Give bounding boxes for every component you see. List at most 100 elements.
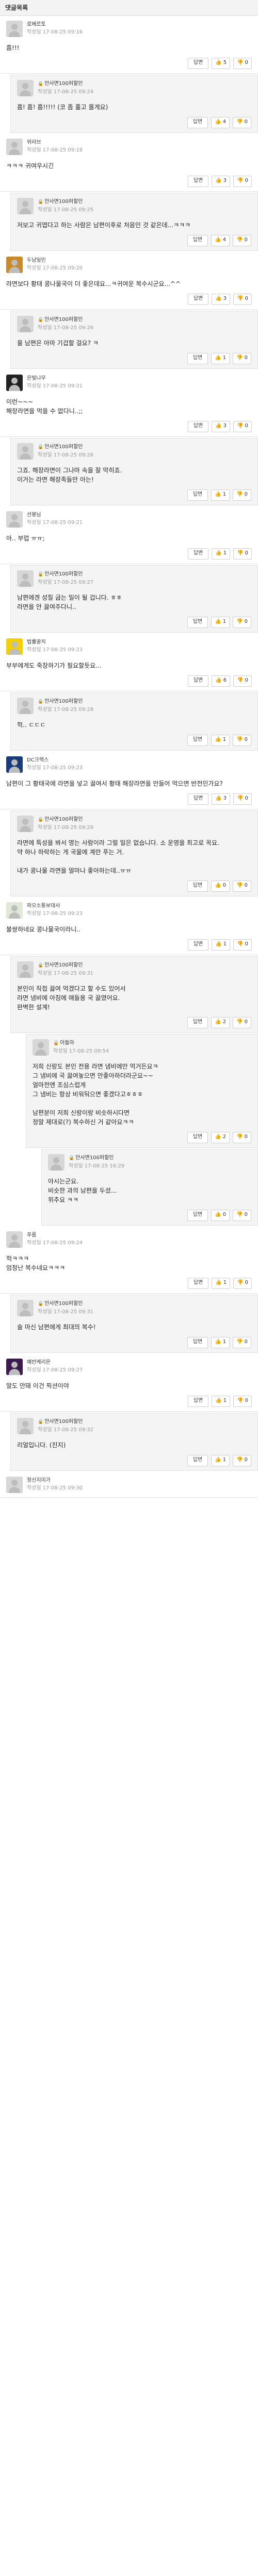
avatar[interactable] bbox=[6, 1477, 23, 1493]
avatar[interactable] bbox=[6, 511, 23, 528]
author-name[interactable]: 안사면100퍼할인 bbox=[75, 1155, 114, 1161]
downvote-button[interactable]: 👎 0 bbox=[233, 1455, 251, 1466]
reply-button[interactable]: 답변 bbox=[187, 675, 209, 687]
reply-button[interactable]: 답변 bbox=[187, 117, 208, 128]
upvote-button[interactable]: 👍 1 bbox=[212, 939, 231, 951]
reply-button[interactable]: 답변 bbox=[187, 58, 209, 69]
avatar[interactable] bbox=[17, 698, 34, 714]
author-name[interactable]: 선봉님 bbox=[27, 512, 41, 518]
downvote-button[interactable]: 👎 0 bbox=[233, 421, 252, 432]
downvote-button[interactable]: 👎 0 bbox=[233, 1210, 251, 1221]
author-name[interactable]: 안사면100퍼할인 bbox=[44, 199, 83, 205]
author-name[interactable]: 안사면100퍼할인 bbox=[44, 1419, 83, 1425]
reply-button[interactable]: 답변 bbox=[187, 421, 209, 432]
author-name[interactable]: 은빛나무 bbox=[27, 376, 46, 381]
reply-button[interactable]: 답변 bbox=[187, 1337, 208, 1348]
upvote-button[interactable]: 👍 1 bbox=[211, 1455, 230, 1466]
avatar[interactable] bbox=[6, 257, 23, 273]
downvote-button[interactable]: 👎 0 bbox=[233, 235, 251, 246]
avatar[interactable] bbox=[33, 1039, 49, 1056]
reply-button[interactable]: 답변 bbox=[187, 1132, 208, 1143]
reply-button[interactable]: 답변 bbox=[187, 1396, 209, 1407]
reply-button[interactable]: 답변 bbox=[187, 617, 208, 628]
reply-button[interactable]: 답변 bbox=[187, 939, 209, 951]
avatar[interactable] bbox=[17, 1300, 34, 1316]
author-name[interactable]: 파오소통보대사 bbox=[27, 903, 60, 909]
upvote-button[interactable]: 👍 6 bbox=[212, 675, 231, 687]
author-name[interactable]: 안사면100퍼할인 bbox=[44, 571, 83, 577]
downvote-button[interactable]: 👎 0 bbox=[233, 353, 251, 364]
downvote-button[interactable]: 👎 0 bbox=[233, 1278, 252, 1289]
author-name[interactable]: 푸름 bbox=[27, 1232, 36, 1238]
author-name[interactable]: 청신지미가 bbox=[27, 1478, 51, 1483]
reply-button[interactable]: 답변 bbox=[187, 793, 209, 805]
downvote-button[interactable]: 👎 0 bbox=[233, 675, 252, 687]
author-name[interactable]: 안사면100퍼할인 bbox=[44, 81, 83, 87]
upvote-button[interactable]: 👍 4 bbox=[211, 235, 230, 246]
downvote-button[interactable]: 👎 0 bbox=[233, 548, 252, 560]
avatar[interactable] bbox=[17, 961, 34, 978]
downvote-button[interactable]: 👎 0 bbox=[233, 939, 252, 951]
author-name[interactable]: 안사면100퍼할인 bbox=[44, 317, 83, 323]
avatar[interactable] bbox=[48, 1154, 64, 1171]
upvote-button[interactable]: 👍 4 bbox=[211, 117, 230, 128]
avatar[interactable] bbox=[6, 1231, 23, 1248]
downvote-button[interactable]: 👎 0 bbox=[233, 294, 252, 305]
downvote-button[interactable]: 👎 0 bbox=[233, 1337, 251, 1348]
upvote-button[interactable]: 👍 1 bbox=[211, 1337, 230, 1348]
downvote-button[interactable]: 👎 0 bbox=[233, 58, 252, 69]
avatar[interactable] bbox=[17, 570, 34, 587]
upvote-button[interactable]: 👍 5 bbox=[212, 58, 231, 69]
reply-button[interactable]: 답변 bbox=[187, 1017, 208, 1028]
upvote-button[interactable]: 👍 1 bbox=[211, 617, 230, 628]
upvote-button[interactable]: 👍 1 bbox=[211, 735, 230, 746]
avatar[interactable] bbox=[6, 1359, 23, 1375]
upvote-button[interactable]: 👍 0 bbox=[211, 1210, 230, 1221]
author-name[interactable]: 두남일인 bbox=[27, 258, 46, 263]
avatar[interactable] bbox=[6, 375, 23, 391]
downvote-button[interactable]: 👎 0 bbox=[233, 117, 251, 128]
reply-button[interactable]: 답변 bbox=[187, 353, 208, 364]
reply-button[interactable]: 답변 bbox=[187, 880, 208, 892]
downvote-button[interactable]: 👎 0 bbox=[233, 1132, 251, 1143]
upvote-button[interactable]: 👍 0 bbox=[211, 880, 230, 892]
author-name[interactable]: 로베르토 bbox=[27, 22, 46, 27]
downvote-button[interactable]: 👎 0 bbox=[233, 489, 251, 501]
upvote-button[interactable]: 👍 2 bbox=[211, 1132, 230, 1143]
author-name[interactable]: DC크렉스 bbox=[27, 757, 49, 763]
avatar[interactable] bbox=[6, 902, 23, 919]
downvote-button[interactable]: 👎 0 bbox=[233, 176, 252, 187]
downvote-button[interactable]: 👎 0 bbox=[233, 1017, 251, 1028]
author-name[interactable]: 안사면100퍼할인 bbox=[44, 699, 83, 704]
upvote-button[interactable]: 👍 2 bbox=[211, 1017, 230, 1028]
upvote-button[interactable]: 👍 1 bbox=[212, 1278, 231, 1289]
reply-button[interactable]: 답변 bbox=[187, 1455, 208, 1466]
downvote-button[interactable]: 👎 0 bbox=[233, 880, 251, 892]
downvote-button[interactable]: 👎 0 bbox=[233, 1396, 252, 1407]
avatar[interactable] bbox=[17, 198, 34, 214]
avatar[interactable] bbox=[17, 80, 34, 96]
upvote-button[interactable]: 👍 3 bbox=[212, 793, 231, 805]
reply-button[interactable]: 답변 bbox=[187, 548, 209, 560]
downvote-button[interactable]: 👎 0 bbox=[233, 617, 251, 628]
author-name[interactable]: 법률꿈치 bbox=[27, 639, 46, 645]
avatar[interactable] bbox=[6, 638, 23, 655]
author-name[interactable]: 안사면100퍼할인 bbox=[44, 444, 83, 450]
upvote-button[interactable]: 👍 3 bbox=[212, 176, 231, 187]
author-name[interactable]: 위러브 bbox=[27, 140, 41, 145]
author-name[interactable]: 안사면100퍼할인 bbox=[44, 962, 83, 968]
upvote-button[interactable]: 👍 1 bbox=[211, 353, 230, 364]
author-name[interactable]: 안사면100퍼할인 bbox=[44, 1301, 83, 1307]
reply-button[interactable]: 답변 bbox=[187, 176, 209, 187]
upvote-button[interactable]: 👍 1 bbox=[211, 489, 230, 501]
upvote-button[interactable]: 👍 3 bbox=[212, 294, 231, 305]
reply-button[interactable]: 답변 bbox=[187, 1210, 208, 1221]
avatar[interactable] bbox=[17, 816, 34, 832]
avatar[interactable] bbox=[6, 21, 23, 37]
reply-button[interactable]: 답변 bbox=[187, 294, 209, 305]
downvote-button[interactable]: 👎 0 bbox=[233, 793, 252, 805]
reply-button[interactable]: 답변 bbox=[187, 235, 208, 246]
upvote-button[interactable]: 👍 1 bbox=[212, 548, 231, 560]
reply-button[interactable]: 답변 bbox=[187, 735, 208, 746]
avatar[interactable] bbox=[6, 139, 23, 155]
